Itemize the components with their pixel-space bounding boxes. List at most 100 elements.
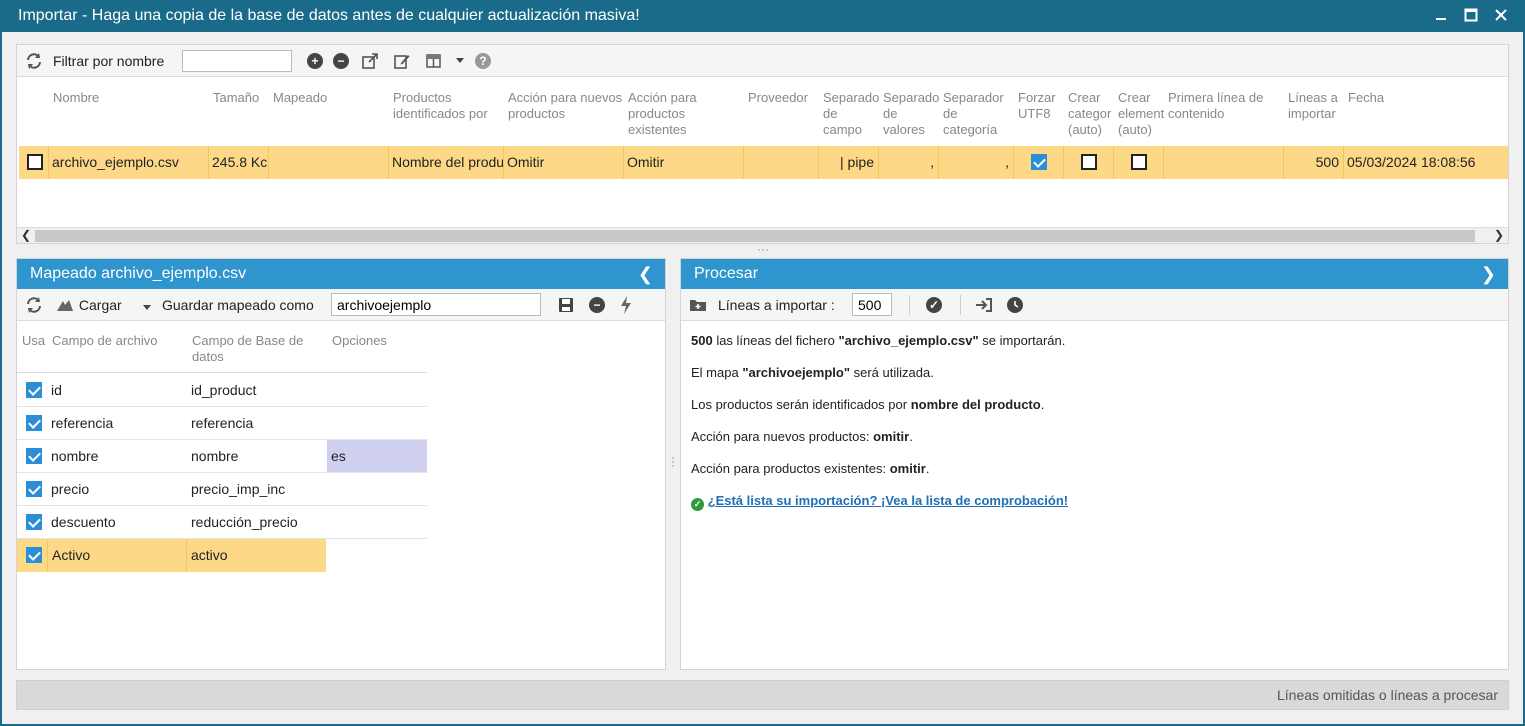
usa-checkbox[interactable] <box>26 407 42 439</box>
summary-line-new-products: Acción para nuevos productos: omitir. <box>691 429 913 444</box>
edit-icon[interactable] <box>391 50 413 72</box>
help-icon[interactable]: ? <box>475 53 491 69</box>
minimize-button[interactable] <box>1433 5 1449 25</box>
cell-campo-bd: reducción_precio <box>191 514 298 530</box>
export-icon[interactable] <box>359 50 381 72</box>
cell-nombre: archivo_ejemplo.csv <box>49 146 209 179</box>
cell-lineas-importar: 500 <box>1284 146 1344 179</box>
mapping-name-input[interactable] <box>331 293 541 316</box>
load-icon <box>57 300 73 312</box>
horizontal-scrollbar[interactable]: ❮ ❯ <box>17 227 1508 243</box>
cell-accion-existentes: Omitir <box>624 146 744 179</box>
header-opciones[interactable]: Opciones <box>332 333 387 349</box>
maximize-icon <box>1464 8 1478 22</box>
mapping-row[interactable]: referencia referencia <box>17 407 427 440</box>
checklist-link[interactable]: ¿Está lista su importación? ¡Vea la list… <box>708 493 1068 508</box>
crear-elementos-checkbox[interactable] <box>1114 146 1164 179</box>
cell-opciones-language[interactable]: es <box>327 440 427 472</box>
mapping-row-selected[interactable]: Activo activo <box>17 539 427 572</box>
lines-label: Líneas a importar : <box>718 297 835 313</box>
usa-checkbox[interactable] <box>26 374 42 406</box>
header-proveedor[interactable]: Proveedor <box>748 90 808 106</box>
header-crear-elementos[interactable]: Crear element (auto) <box>1118 90 1164 138</box>
horizontal-splitter-handle[interactable]: ··· <box>757 242 769 256</box>
header-mapeado[interactable]: Mapeado <box>273 90 327 106</box>
header-campo-bd[interactable]: Campo de Base de datos <box>192 333 303 365</box>
imports-panel: Filtrar por nombre + − ? Nombre Tamaño M… <box>16 44 1509 244</box>
cell-campo-archivo: nombre <box>51 448 99 464</box>
header-lineas-importar[interactable]: Líneas a importar <box>1288 90 1338 122</box>
refresh-icon[interactable] <box>23 50 45 72</box>
process-toolbar: Líneas a importar : ✓ <box>681 289 1508 321</box>
header-campo-archivo[interactable]: Campo de archivo <box>52 333 158 349</box>
scroll-left-icon[interactable]: ❮ <box>21 228 31 242</box>
close-button[interactable] <box>1493 5 1509 25</box>
chevron-down-icon[interactable] <box>455 50 465 72</box>
cell-campo-archivo: precio <box>51 481 90 497</box>
load-mapping-button[interactable]: Cargar <box>55 297 122 313</box>
refresh-icon[interactable] <box>23 294 45 316</box>
header-accion-existentes[interactable]: Acción para productos existentes <box>628 90 697 138</box>
mapping-panel: Mapeado archivo_ejemplo.csv ❮ Cargar Gua… <box>16 258 666 670</box>
mapping-row[interactable]: nombre nombre es <box>17 440 427 473</box>
usa-checkbox[interactable] <box>26 506 42 538</box>
cell-campo-bd: id_product <box>191 382 257 398</box>
header-fecha[interactable]: Fecha <box>1348 90 1384 106</box>
remove-icon[interactable]: − <box>589 297 605 313</box>
maximize-button[interactable] <box>1463 5 1479 25</box>
check-circle-icon: ✓ <box>691 498 704 511</box>
header-separador-categoria[interactable]: Separador de categoría <box>943 90 1004 138</box>
toolbar-divider <box>960 295 961 315</box>
collapse-left-icon[interactable]: ❮ <box>638 259 653 289</box>
usa-checkbox[interactable] <box>26 473 42 505</box>
cell-campo-archivo: id <box>51 382 62 398</box>
cell-separador-valores: , <box>879 146 939 179</box>
row-select-checkbox[interactable] <box>19 146 49 179</box>
flash-icon[interactable] <box>615 294 637 316</box>
lines-input[interactable] <box>852 293 892 316</box>
filter-input[interactable] <box>182 50 292 72</box>
forzar-utf8-checkbox[interactable] <box>1014 146 1064 179</box>
cell-accion-nuevos: Omitir <box>504 146 624 179</box>
collapse-right-icon[interactable]: ❯ <box>1481 259 1496 289</box>
add-icon[interactable]: + <box>307 53 323 69</box>
window-title: Importar - Haga una copia de la base de … <box>18 7 640 24</box>
header-primera-linea[interactable]: Primera línea de contenido <box>1168 90 1263 122</box>
summary-line-identified: Los productos serán identificados por no… <box>691 397 1045 412</box>
summary-line-existing-products: Acción para productos existentes: omitir… <box>691 461 930 476</box>
summary-line-lines: 500 las líneas del fichero "archivo_ejem… <box>691 333 1066 348</box>
check-icon[interactable]: ✓ <box>926 297 942 313</box>
table-row[interactable]: archivo_ejemplo.csv 245.8 Kc Nombre del … <box>19 146 1508 179</box>
scrollbar-thumb[interactable] <box>35 230 1475 242</box>
mapping-row[interactable]: precio precio_imp_inc <box>17 473 427 506</box>
header-productos-identificados[interactable]: Productos identificados por <box>393 90 488 122</box>
close-icon <box>1495 9 1507 21</box>
header-forzar-utf8[interactable]: Forzar UTF8 <box>1018 90 1056 122</box>
header-crear-categorias[interactable]: Crear categor (auto) <box>1068 90 1111 138</box>
schedule-icon[interactable] <box>1007 297 1023 313</box>
usa-checkbox[interactable] <box>17 539 47 572</box>
header-nombre[interactable]: Nombre <box>53 90 99 106</box>
header-accion-nuevos[interactable]: Acción para nuevos productos <box>508 90 622 122</box>
header-tamano[interactable]: Tamaño <box>213 90 259 106</box>
scroll-right-icon[interactable]: ❯ <box>1494 228 1504 242</box>
remove-icon[interactable]: − <box>333 53 349 69</box>
header-separador-campo[interactable]: Separado de campo <box>823 90 879 138</box>
mapping-row[interactable]: descuento reducción_precio <box>17 506 427 539</box>
columns-icon[interactable] <box>423 50 445 72</box>
usa-checkbox[interactable] <box>26 440 42 472</box>
import-icon[interactable] <box>973 294 995 316</box>
cell-campo-bd: nombre <box>191 448 239 464</box>
mapping-row[interactable]: id id_product <box>17 374 427 407</box>
cell-campo-archivo: Activo <box>47 539 187 572</box>
save-icon[interactable] <box>555 294 577 316</box>
folder-add-icon[interactable] <box>687 294 709 316</box>
chevron-down-icon[interactable] <box>143 298 151 314</box>
cell-mapeado <box>269 146 389 179</box>
vertical-splitter-handle[interactable]: · · · <box>671 451 675 471</box>
header-usa[interactable]: Usa <box>22 333 45 349</box>
header-separador-valores[interactable]: Separado de valores <box>883 90 939 138</box>
mapping-panel-title: Mapeado archivo_ejemplo.csv <box>30 265 247 282</box>
crear-categorias-checkbox[interactable] <box>1064 146 1114 179</box>
status-bar: Líneas omitidas o líneas a procesar <box>16 680 1509 710</box>
